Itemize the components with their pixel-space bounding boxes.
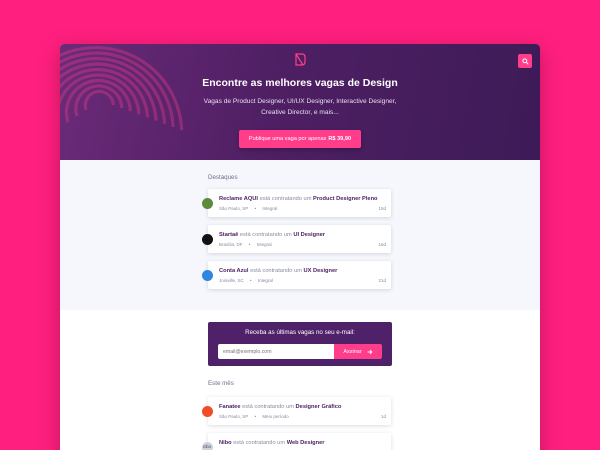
fanatee-logo-icon: [202, 406, 213, 417]
newsletter-title: Receba as últimas vagas no seu e-mail:: [245, 329, 355, 336]
job-location: São Paulo, SP: [219, 206, 249, 211]
job-age: 16d: [378, 242, 386, 247]
job-type: Integral: [257, 278, 273, 283]
month-title: Este mês: [208, 380, 234, 387]
job-type: Integral: [262, 206, 278, 211]
job-card[interactable]: nibo Nibo está contratando um Web Design…: [202, 433, 391, 450]
search-button[interactable]: [518, 54, 532, 68]
hero-subtitle: Vagas de Product Designer, UI/UX Designe…: [203, 98, 397, 116]
email-input[interactable]: [218, 344, 334, 359]
subscribe-button[interactable]: Assinar: [334, 344, 382, 359]
job-headline: Nibo está contratando um Web Designer: [219, 440, 325, 446]
job-connector: está contratando um: [242, 404, 294, 410]
job-meta: São Paulo, SP • Meio período: [219, 414, 289, 419]
job-headline: Fanatee está contratando um Designer Grá…: [219, 404, 341, 410]
job-card[interactable]: Reclame AQUI está contratando um Product…: [202, 189, 391, 217]
job-role: UX Designer: [303, 268, 338, 274]
job-location: Joinville, SC: [219, 278, 244, 283]
job-connector: está contratando um: [233, 440, 286, 446]
search-icon: [521, 57, 529, 65]
job-location: São Paulo, SP: [219, 414, 249, 419]
company-name: Fanatee: [219, 404, 241, 410]
job-card[interactable]: Startaê está contratando um UI Designer …: [202, 225, 391, 253]
job-age: 21d: [378, 278, 386, 283]
company-name: Conta Azul: [219, 268, 249, 274]
post-job-button[interactable]: Publique uma vaga por apenas R$ 39,90: [239, 130, 361, 148]
arrow-right-icon: [367, 349, 373, 354]
company-name: Reclame AQUI: [219, 196, 258, 202]
job-location: Brasília, DF: [219, 242, 243, 247]
job-headline: Conta Azul está contratando um UX Design…: [219, 268, 337, 274]
job-role: Product Designer Pleno: [313, 196, 378, 202]
job-connector: está contratando um: [239, 232, 292, 238]
hero-banner: Encontre as melhores vagas de Design Vag…: [60, 44, 540, 160]
startae-logo-icon: [202, 234, 213, 245]
post-job-price: R$ 39,90: [328, 136, 352, 142]
job-headline: Reclame AQUI está contratando um Product…: [219, 196, 378, 202]
job-meta: Joinville, SC • Integral: [219, 278, 273, 283]
browser-window: Encontre as melhores vagas de Design Vag…: [60, 44, 540, 450]
newsletter-box: Receba as últimas vagas no seu e-mail: A…: [208, 322, 392, 366]
job-connector: está contratando um: [250, 268, 302, 274]
job-type: Integral: [256, 242, 272, 247]
job-meta: São Paulo, SP • Integral: [219, 206, 278, 211]
hero-title: Encontre as melhores vagas de Design: [202, 77, 398, 89]
featured-title: Destaques: [208, 174, 238, 181]
company-name: Startaê: [219, 232, 239, 238]
job-age: 1d: [380, 414, 386, 419]
job-age: 15d: [378, 206, 386, 211]
job-meta: Brasília, DF • Integral: [219, 242, 272, 247]
job-headline: Startaê está contratando um UI Designer: [219, 232, 325, 238]
nibo-logo-icon: nibo: [202, 442, 213, 450]
job-connector: está contratando um: [259, 196, 312, 202]
site-logo-icon: [295, 53, 306, 66]
reclame-aqui-logo-icon: [202, 198, 213, 209]
job-role: Designer Gráfico: [295, 404, 342, 410]
job-role: UI Designer: [293, 232, 325, 238]
subscribe-label: Assinar: [343, 348, 362, 355]
conta-azul-check-icon: [202, 270, 213, 281]
job-card[interactable]: Fanatee está contratando um Designer Grá…: [202, 397, 391, 425]
fingerprint-ridge: [83, 89, 115, 111]
job-card[interactable]: Conta Azul está contratando um UX Design…: [202, 261, 391, 289]
post-job-label: Publique uma vaga por apenas: [248, 136, 327, 142]
job-role: Web Designer: [286, 440, 325, 446]
company-name: Nibo: [219, 440, 232, 446]
job-type: Meio período: [262, 414, 289, 419]
